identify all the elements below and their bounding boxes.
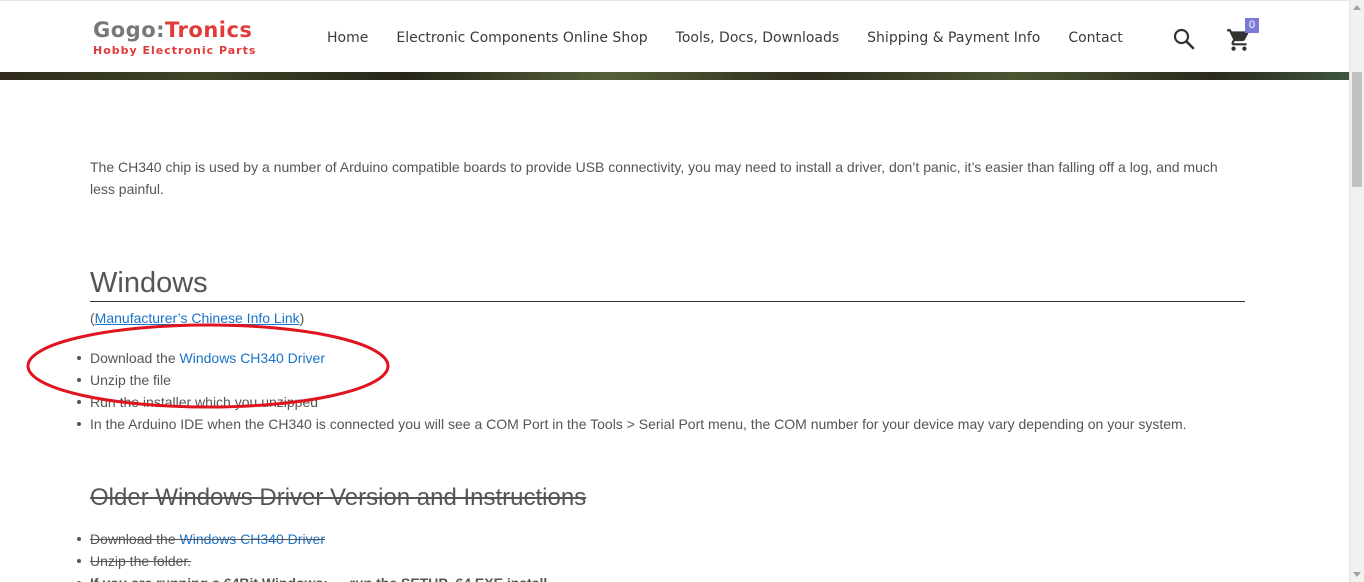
site-logo[interactable]: Gogo:Tronics Hobby Electronic Parts: [93, 19, 256, 57]
list-item: Unzip the folder.: [76, 550, 547, 572]
nav-tools-docs[interactable]: Tools, Docs, Downloads: [676, 30, 840, 46]
scroll-down-arrow-icon[interactable]: [1353, 572, 1361, 577]
older-driver-download-link[interactable]: Windows CH340 Driver: [180, 531, 325, 547]
logo-title: Gogo:Tronics: [93, 19, 256, 41]
header-banner-image: [0, 72, 1349, 80]
windows-heading: Windows: [90, 267, 1245, 302]
scroll-up-arrow-icon[interactable]: [1353, 5, 1361, 10]
main-nav: Home Electronic Components Online Shop T…: [327, 30, 1151, 46]
nav-contact[interactable]: Contact: [1068, 30, 1122, 46]
nav-home[interactable]: Home: [327, 30, 368, 46]
list-item: In the Arduino IDE when the CH340 is con…: [77, 413, 1240, 435]
scrollbar-thumb[interactable]: [1352, 72, 1362, 187]
site-header: Gogo:Tronics Hobby Electronic Parts Home…: [0, 0, 1349, 75]
older-driver-heading: Older Windows Driver Version and Instruc…: [90, 484, 587, 511]
page-scrollbar[interactable]: [1349, 0, 1364, 582]
cart-count-badge: 0: [1245, 18, 1259, 33]
list-item: If you are running a 64Bit Windows: … ru…: [76, 572, 547, 582]
logo-tronics: Tronics: [165, 18, 253, 42]
logo-tagline: Hobby Electronic Parts: [93, 44, 257, 57]
nav-shipping[interactable]: Shipping & Payment Info: [867, 30, 1040, 46]
search-icon[interactable]: [1173, 28, 1195, 50]
list-item: Download the Windows CH340 Driver: [76, 528, 547, 550]
logo-gogo: Gogo:: [93, 18, 166, 42]
nav-shop[interactable]: Electronic Components Online Shop: [396, 30, 647, 46]
step-text: Download the: [90, 531, 180, 547]
red-annotation-ellipse: [26, 323, 390, 409]
intro-paragraph: The CH340 chip is used by a number of Ar…: [90, 159, 1218, 197]
older-steps-list: Download the Windows CH340 Driver Unzip …: [76, 528, 547, 582]
